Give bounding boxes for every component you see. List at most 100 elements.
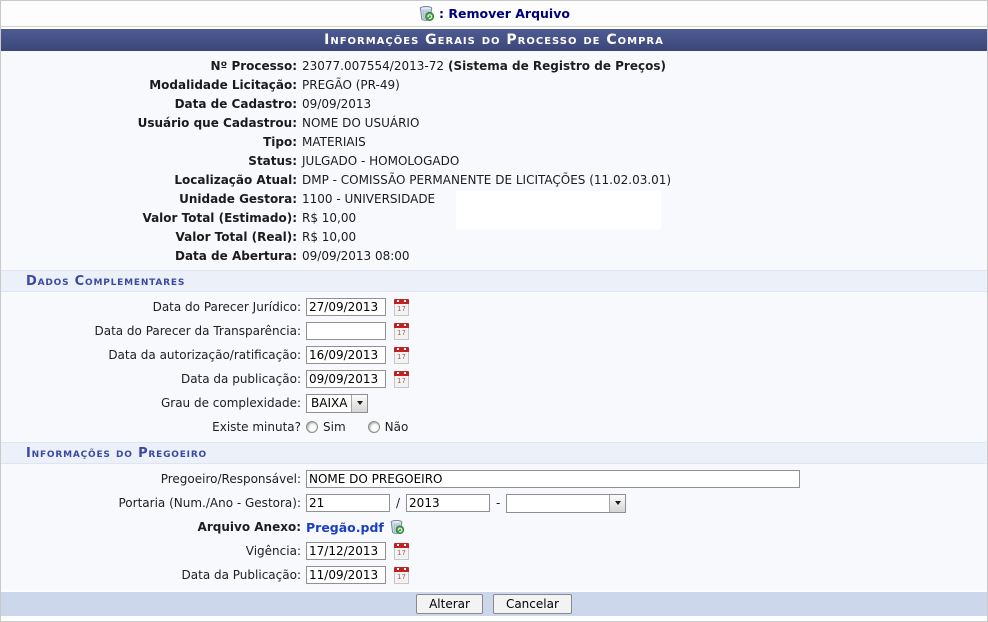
redaction-overlay [456, 191, 661, 229]
portaria-ano-input[interactable] [406, 494, 490, 512]
section-header-label: Informações do Pregoeiro [26, 446, 207, 461]
legend-label: : Remover Arquivo [439, 6, 570, 21]
chevron-down-icon [351, 395, 367, 412]
legend-bar: : Remover Arquivo [1, 1, 987, 27]
page-title-bar: Informações Gerais do Processo de Compra [1, 29, 987, 51]
existe-minuta-sim-radio[interactable] [306, 421, 318, 433]
calendar-icon-header [394, 323, 409, 328]
calendar-icon-header [394, 371, 409, 376]
calendar-icon-day: 17 [394, 352, 409, 364]
responsavel-input[interactable] [306, 470, 800, 488]
portaria-gestora-selected-value [507, 495, 609, 512]
recycle-bin-icon [418, 5, 435, 22]
calendar-icon-header [394, 543, 409, 548]
info-value: R$ 10,00 [302, 228, 356, 247]
field-label: Pregoeiro/Responsável: [1, 472, 301, 486]
field-label: Existe minuta? [1, 420, 301, 434]
info-label: Nº Processo: [1, 57, 297, 76]
info-value: R$ 10,00 [302, 209, 356, 228]
pregao-pdf-link[interactable]: Pregão.pdf [306, 520, 384, 535]
alterar-button[interactable]: Alterar [416, 594, 483, 614]
field-label: Portaria (Num./Ano - Gestora): [1, 496, 301, 510]
calendar-icon[interactable]: 17 [394, 567, 409, 584]
row-portaria: Portaria (Num./Ano - Gestora): / - [1, 491, 987, 515]
portaria-separator: - [496, 496, 500, 510]
info-value: MATERIAIS [302, 133, 366, 152]
existe-minuta-nao-radio[interactable] [368, 421, 380, 433]
page-title: Informações Gerais do Processo de Compra [324, 32, 664, 48]
info-value: DMP - COMISSÃO PERMANENTE DE LICITAÇÕES … [302, 171, 671, 190]
existe-minuta-nao-label: Não [385, 420, 409, 434]
info-label: Data de Abertura: [1, 247, 297, 266]
calendar-icon-day: 17 [394, 572, 409, 584]
calendar-icon[interactable]: 17 [394, 347, 409, 364]
row-publicacao: Data da publicação: 17 [1, 367, 987, 391]
info-label: Usuário que Cadastrou: [1, 114, 297, 133]
complexidade-select[interactable]: BAIXA [306, 394, 368, 413]
process-info-page: : Remover Arquivo Informações Gerais do … [0, 0, 988, 622]
row-vigencia: Vigência: 17 [1, 539, 987, 563]
calendar-icon[interactable]: 17 [394, 371, 409, 388]
field-label: Data do Parecer da Transparência: [1, 324, 301, 338]
field-label: Arquivo Anexo: [1, 520, 301, 534]
field-label: Data da Publicação: [1, 568, 301, 582]
info-row-usuario: Usuário que Cadastrou: NOME DO USUÁRIO [1, 114, 987, 133]
vigencia-input[interactable] [306, 542, 386, 560]
info-panel: Nº Processo: 23077.007554/2013-72 (Siste… [1, 51, 987, 270]
portaria-gestora-select[interactable] [506, 494, 626, 513]
info-row-tipo: Tipo: MATERIAIS [1, 133, 987, 152]
info-label: Unidade Gestora: [1, 190, 297, 209]
section-header-pregoeiro: Informações do Pregoeiro [1, 442, 987, 464]
existe-minuta-nao-group: Não [368, 420, 409, 434]
info-label: Modalidade Licitação: [1, 76, 297, 95]
existe-minuta-sim-group: Sim [306, 420, 346, 434]
row-arquivo-anexo: Arquivo Anexo: Pregão.pdf [1, 515, 987, 539]
autorizacao-input[interactable] [306, 346, 386, 364]
info-row-data-abertura: Data de Abertura: 09/09/2013 08:00 [1, 247, 987, 266]
dados-complementares-section: Data do Parecer Jurídico: 17 Data do Par… [1, 292, 987, 442]
cancelar-button[interactable]: Cancelar [493, 594, 572, 614]
field-label: Grau de complexidade: [1, 396, 301, 410]
info-label: Data de Cadastro: [1, 95, 297, 114]
field-label: Data do Parecer Jurídico: [1, 300, 301, 314]
parecer-transparencia-input[interactable] [306, 322, 386, 340]
calendar-icon[interactable]: 17 [394, 299, 409, 316]
info-label: Tipo: [1, 133, 297, 152]
info-row-modalidade: Modalidade Licitação: PREGÃO (PR-49) [1, 76, 987, 95]
data-publicacao-input[interactable] [306, 566, 386, 584]
row-responsavel: Pregoeiro/Responsável: [1, 467, 987, 491]
row-autorizacao: Data da autorização/ratificação: 17 [1, 343, 987, 367]
info-label: Valor Total (Real): [1, 228, 297, 247]
calendar-icon-day: 17 [394, 548, 409, 560]
info-row-data-cadastro: Data de Cadastro: 09/09/2013 [1, 95, 987, 114]
section-header-label: Dados Complementares [26, 274, 185, 289]
calendar-icon-header [394, 567, 409, 572]
calendar-icon[interactable]: 17 [394, 323, 409, 340]
calendar-icon-day: 17 [394, 304, 409, 316]
info-value: NOME DO USUÁRIO [302, 114, 419, 133]
info-value: PREGÃO (PR-49) [302, 76, 400, 95]
info-label: Status: [1, 152, 297, 171]
field-label: Data da autorização/ratificação: [1, 348, 301, 362]
calendar-icon[interactable]: 17 [394, 543, 409, 560]
publicacao-input[interactable] [306, 370, 386, 388]
complexidade-selected-value: BAIXA [307, 395, 351, 412]
info-value-suffix: (Sistema de Registro de Preços) [448, 57, 666, 76]
portaria-separator: / [396, 496, 400, 510]
info-row-valor-real: Valor Total (Real): R$ 10,00 [1, 228, 987, 247]
info-value: 23077.007554/2013-72 [302, 57, 444, 76]
pregoeiro-section: Pregoeiro/Responsável: Portaria (Num./An… [1, 464, 987, 590]
row-parecer-transparencia: Data do Parecer da Transparência: 17 [1, 319, 987, 343]
calendar-icon-header [394, 299, 409, 304]
row-data-publicacao: Data da Publicação: 17 [1, 563, 987, 587]
field-label: Data da publicação: [1, 372, 301, 386]
info-value: 09/09/2013 [302, 95, 371, 114]
section-header-dados-complementares: Dados Complementares [1, 270, 987, 292]
info-value: 1100 - UNIVERSIDADE [302, 190, 435, 209]
info-label: Localização Atual: [1, 171, 297, 190]
calendar-icon-header [394, 347, 409, 352]
info-row-status: Status: JULGADO - HOMOLOGADO [1, 152, 987, 171]
remove-file-icon[interactable] [389, 519, 405, 535]
portaria-num-input[interactable] [306, 494, 390, 512]
parecer-juridico-input[interactable] [306, 298, 386, 316]
